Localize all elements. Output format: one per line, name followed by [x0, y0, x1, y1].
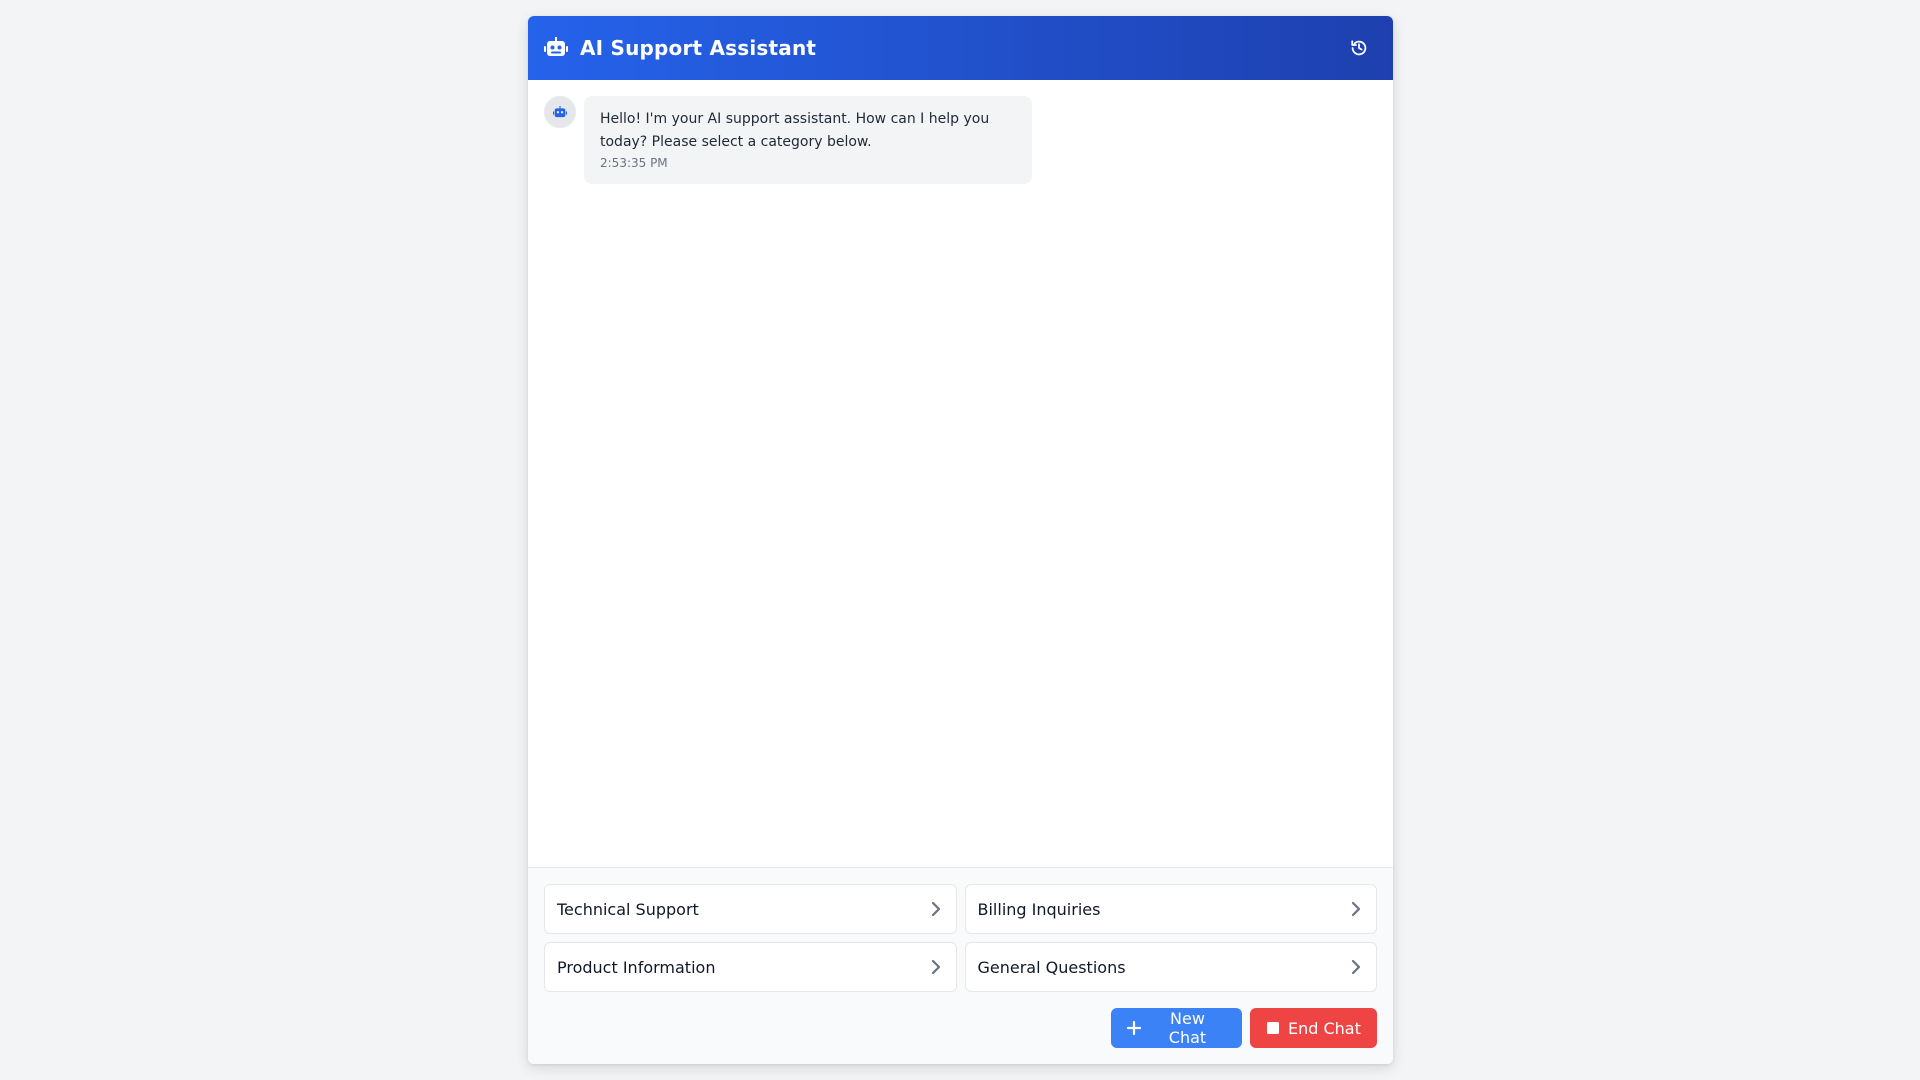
- bot-avatar: [544, 96, 576, 128]
- category-technical-support-button[interactable]: Technical Support: [544, 884, 957, 934]
- end-chat-label: End Chat: [1288, 1018, 1361, 1038]
- robot-icon: [544, 36, 568, 60]
- message-bubble: Hello! I'm your AI support assistant. Ho…: [584, 96, 1032, 184]
- category-label: Billing Inquiries: [977, 899, 1101, 919]
- history-button[interactable]: [1341, 30, 1377, 66]
- message-text: Hello! I'm your AI support assistant. Ho…: [600, 111, 990, 150]
- chevron-right-icon: [928, 959, 944, 975]
- chat-window: AI Support Assistant Hello! I'm your AI …: [528, 16, 1393, 1064]
- message-timestamp: 2:53:35 PM: [600, 156, 668, 170]
- message-list: Hello! I'm your AI support assistant. Ho…: [528, 80, 1393, 867]
- category-label: Technical Support: [557, 899, 699, 919]
- chat-footer: Technical Support Billing Inquiries Prod…: [528, 867, 1393, 1064]
- category-grid: Technical Support Billing Inquiries Prod…: [544, 884, 1377, 992]
- new-chat-button[interactable]: New Chat: [1111, 1008, 1242, 1048]
- category-label: Product Information: [557, 957, 716, 977]
- chevron-right-icon: [1348, 901, 1364, 917]
- category-label: General Questions: [977, 957, 1126, 977]
- chevron-right-icon: [928, 901, 944, 917]
- history-icon: [1350, 39, 1368, 57]
- category-product-information-button[interactable]: Product Information: [544, 942, 957, 992]
- stop-icon: [1266, 1021, 1280, 1035]
- new-chat-label: New Chat: [1168, 1009, 1207, 1047]
- category-general-questions-button[interactable]: General Questions: [964, 942, 1377, 992]
- chat-actions: New Chat End Chat: [544, 1008, 1377, 1048]
- end-chat-button[interactable]: End Chat: [1250, 1008, 1377, 1048]
- category-billing-inquiries-button[interactable]: Billing Inquiries: [964, 884, 1377, 934]
- page-title: AI Support Assistant: [580, 36, 817, 60]
- chevron-right-icon: [1348, 959, 1364, 975]
- plus-icon: [1127, 1021, 1141, 1035]
- robot-icon: [553, 105, 567, 119]
- chat-header: AI Support Assistant: [528, 16, 1393, 80]
- message-row: Hello! I'm your AI support assistant. Ho…: [544, 96, 1377, 184]
